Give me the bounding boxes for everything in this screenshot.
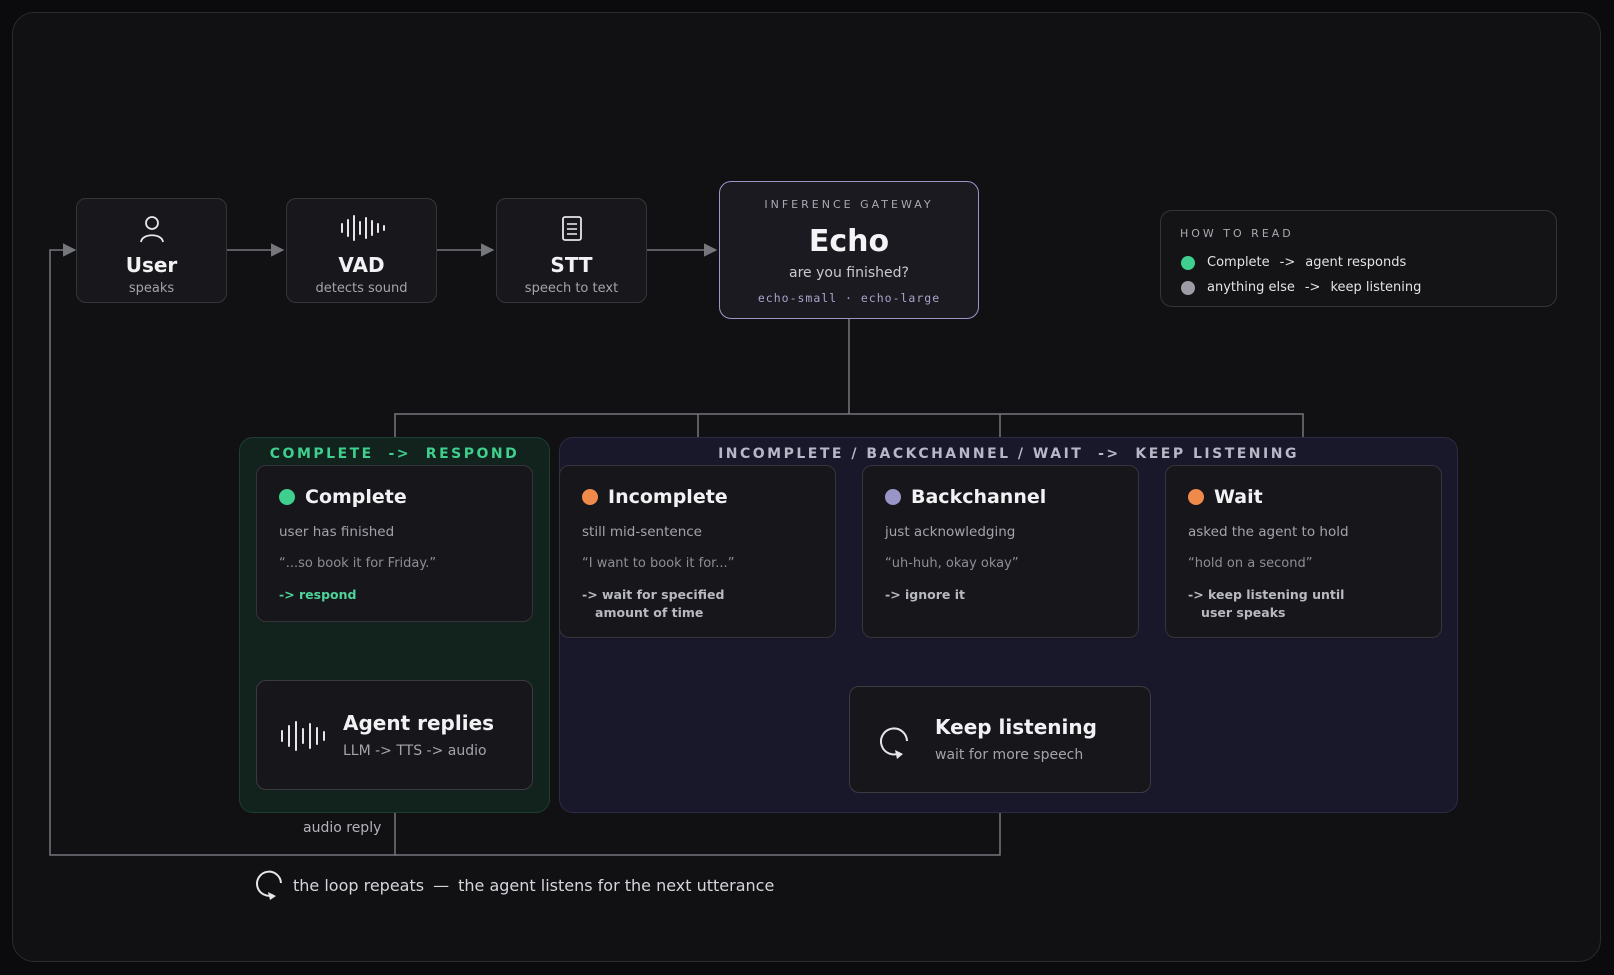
footer-text: the loop repeats bbox=[293, 875, 425, 895]
state-description: user has finished bbox=[279, 524, 395, 540]
state-example: “hold on a second” bbox=[1188, 556, 1313, 571]
agent-title: Agent replies bbox=[343, 711, 495, 735]
footer-dash: — bbox=[433, 875, 450, 895]
state-card-complete: Complete user has finished “...so book i… bbox=[256, 465, 533, 622]
green-dot bbox=[279, 489, 295, 505]
state-action: -> wait for specified amount of time bbox=[582, 587, 725, 620]
legend-arrow: -> bbox=[1279, 255, 1296, 270]
state-title: Wait bbox=[1214, 486, 1263, 508]
keep-title: Keep listening bbox=[935, 715, 1097, 739]
orange-dot bbox=[582, 489, 598, 505]
state-title: Incomplete bbox=[608, 486, 728, 508]
document-icon bbox=[497, 213, 646, 243]
state-card-backchannel: Backchannel just acknowledging “uh-huh, … bbox=[862, 465, 1139, 638]
stt-node: STT speech to text bbox=[496, 198, 647, 303]
agent-replies-node: Agent replies LLM -> TTS -> audio bbox=[256, 680, 533, 790]
loop-icon bbox=[255, 866, 285, 904]
orange-dot bbox=[1188, 489, 1204, 505]
person-icon bbox=[77, 213, 226, 243]
loop-icon bbox=[878, 723, 912, 763]
waveform-icon bbox=[287, 213, 436, 243]
vad-subtitle: detects sound bbox=[315, 281, 408, 296]
keep-region-label: INCOMPLETE / BACKCHANNEL / WAIT -> KEEP … bbox=[718, 446, 1299, 462]
legend-row-other: anything else -> keep listening bbox=[1181, 280, 1421, 295]
gateway-subtitle: are you finished? bbox=[789, 265, 909, 281]
loop-footer: the loop repeats — the agent listens for… bbox=[255, 866, 774, 904]
state-example: “...so book it for Friday.” bbox=[279, 556, 437, 571]
keep-subtitle: wait for more speech bbox=[935, 747, 1084, 763]
state-action: -> ignore it bbox=[885, 587, 965, 602]
legend-row-complete: Complete -> agent responds bbox=[1181, 255, 1406, 270]
legend-grey-dot bbox=[1181, 280, 1195, 295]
state-example: “I want to book it for...” bbox=[582, 556, 735, 571]
state-description: asked the agent to hold bbox=[1188, 524, 1349, 540]
footer-detail: the agent listens for the next utterance bbox=[458, 875, 775, 895]
user-node: User speaks bbox=[76, 198, 227, 303]
user-title: User bbox=[125, 253, 178, 277]
waveform-icon bbox=[279, 719, 327, 757]
gateway-title: Echo bbox=[808, 224, 890, 259]
agent-subtitle: LLM -> TTS -> audio bbox=[343, 743, 487, 759]
keep-listening-node: Keep listening wait for more speech bbox=[849, 686, 1151, 793]
audio-reply-label: audio reply bbox=[303, 820, 382, 836]
gateway-models: echo-small · echo-large bbox=[757, 291, 941, 305]
echo-gateway-node: INFERENCE GATEWAY Echo are you finished?… bbox=[719, 181, 979, 319]
purple-dot bbox=[885, 489, 901, 505]
legend-result: keep listening bbox=[1330, 280, 1422, 295]
state-card-wait: Wait asked the agent to hold “hold on a … bbox=[1165, 465, 1442, 638]
state-action: -> respond bbox=[279, 587, 357, 602]
legend-arrow: -> bbox=[1304, 280, 1321, 295]
vad-title: VAD bbox=[338, 253, 385, 277]
legend-green-dot bbox=[1181, 255, 1195, 270]
state-card-incomplete: Incomplete still mid-sentence “I want to… bbox=[559, 465, 836, 638]
legend-state: Complete bbox=[1207, 255, 1270, 270]
stt-subtitle: speech to text bbox=[524, 281, 619, 296]
legend-result: agent responds bbox=[1305, 255, 1407, 270]
user-subtitle: speaks bbox=[128, 281, 175, 296]
legend-caption: HOW TO READ bbox=[1180, 227, 1294, 240]
vad-node: VAD detects sound bbox=[286, 198, 437, 303]
state-example: “uh-huh, okay okay” bbox=[885, 556, 1019, 571]
state-action: -> keep listening until user speaks bbox=[1188, 587, 1345, 620]
stt-title: STT bbox=[550, 253, 593, 277]
state-title: Backchannel bbox=[911, 486, 1047, 508]
state-description: still mid-sentence bbox=[582, 524, 702, 540]
legend-box: HOW TO READ Complete -> agent responds a… bbox=[1160, 210, 1557, 307]
state-title: Complete bbox=[305, 486, 407, 508]
complete-region-label: COMPLETE -> RESPOND bbox=[269, 446, 520, 462]
legend-state: anything else bbox=[1207, 280, 1295, 295]
gateway-caption: INFERENCE GATEWAY bbox=[764, 198, 934, 211]
state-description: just acknowledging bbox=[885, 524, 1016, 540]
